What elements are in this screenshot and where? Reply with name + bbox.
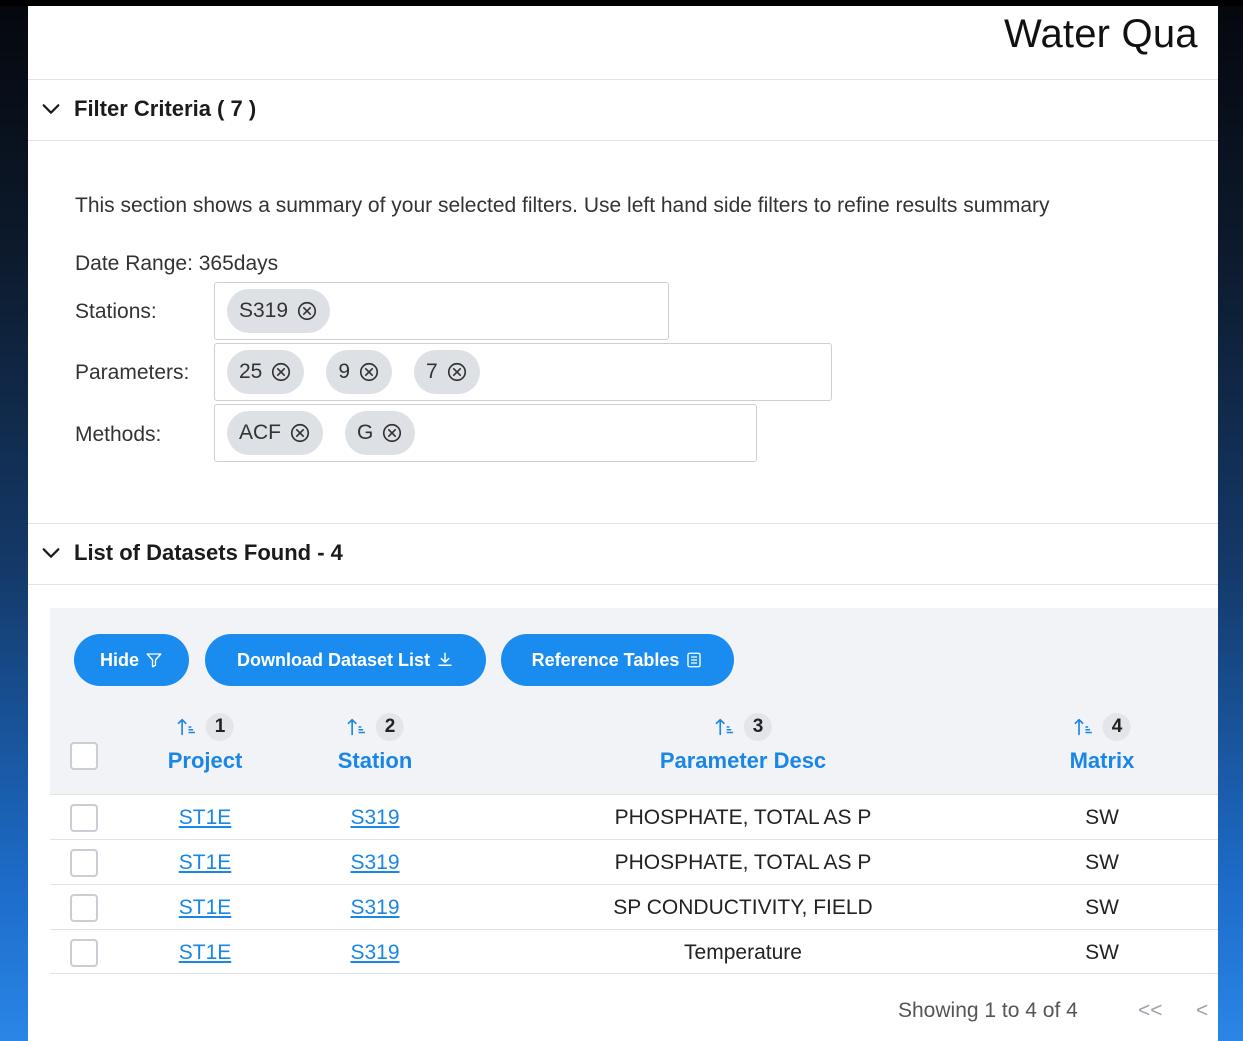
main-panel: Water Qua Filter Criteria ( 7 ) This sec… xyxy=(28,6,1218,1041)
hide-filters-button[interactable]: Hide xyxy=(74,634,189,686)
sort-ascending-icon[interactable] xyxy=(714,716,736,738)
pagination-status: Showing 1 to 4 of 4 xyxy=(898,999,1078,1022)
matrix: SW xyxy=(1085,895,1119,919)
divider xyxy=(28,523,1218,524)
row-checkbox[interactable] xyxy=(70,939,98,967)
table-row: ST1E S319 PHOSPHATE, TOTAL AS P SW xyxy=(50,794,1218,839)
sort-ascending-icon[interactable] xyxy=(1073,716,1095,738)
row-checkbox[interactable] xyxy=(70,849,98,877)
station-chip[interactable]: S319 xyxy=(227,289,331,333)
stations-label: Stations: xyxy=(75,300,157,323)
sort-order-badge: 3 xyxy=(744,713,772,741)
remove-icon[interactable] xyxy=(296,300,318,322)
divider xyxy=(28,584,1218,585)
methods-label: Methods: xyxy=(75,423,162,446)
select-all-checkbox[interactable] xyxy=(70,742,98,770)
sort-order-badge: 4 xyxy=(1102,713,1131,741)
table-header-row: 1 Project 2 Station 3 Parameter Desc 4 M… xyxy=(50,710,1218,790)
column-label[interactable]: Parameter Desc xyxy=(660,748,826,774)
reference-tables-button[interactable]: Reference Tables xyxy=(501,634,734,686)
station-link[interactable]: S319 xyxy=(350,885,399,930)
column-header-project[interactable]: 1 Project xyxy=(168,710,243,774)
filter-criteria-title: Filter Criteria ( 7 ) xyxy=(74,96,257,121)
download-icon xyxy=(438,652,452,666)
method-chip[interactable]: G xyxy=(345,411,416,455)
chevron-down-icon xyxy=(42,104,60,114)
matrix: SW xyxy=(1085,805,1119,829)
project-link[interactable]: ST1E xyxy=(179,930,232,975)
filter-summary-text: This section shows a summary of your sel… xyxy=(75,194,1050,217)
column-header-parameter-desc[interactable]: 3 Parameter Desc xyxy=(660,710,826,774)
chip-label: 7 xyxy=(426,360,438,383)
parameter-chip[interactable]: 25 xyxy=(227,350,305,394)
divider xyxy=(28,140,1218,141)
project-link[interactable]: ST1E xyxy=(179,840,232,885)
parameters-chip-box[interactable]: 25 9 7 xyxy=(214,343,832,401)
project-link[interactable]: ST1E xyxy=(179,885,232,930)
previous-page-button[interactable]: < xyxy=(1196,999,1208,1023)
parameter-desc: PHOSPHATE, TOTAL AS P xyxy=(614,850,872,874)
parameters-label: Parameters: xyxy=(75,361,190,384)
first-page-button[interactable]: << xyxy=(1138,999,1163,1023)
chip-label: S319 xyxy=(239,299,289,322)
stations-chip-box[interactable]: S319 xyxy=(214,282,669,340)
datasets-title: List of Datasets Found - 4 xyxy=(74,540,343,565)
document-icon xyxy=(687,652,702,668)
remove-icon[interactable] xyxy=(289,422,311,444)
date-range: Date Range: 365days xyxy=(75,252,279,275)
station-link[interactable]: S319 xyxy=(350,930,399,975)
remove-icon[interactable] xyxy=(446,361,468,383)
remove-icon[interactable] xyxy=(270,361,292,383)
method-chip[interactable]: ACF xyxy=(227,411,323,455)
column-label[interactable]: Matrix xyxy=(1070,748,1135,774)
filter-icon xyxy=(146,653,162,668)
project-link[interactable]: ST1E xyxy=(179,795,232,840)
row-checkbox[interactable] xyxy=(70,894,98,922)
row-checkbox[interactable] xyxy=(70,804,98,832)
methods-chip-box[interactable]: ACF G xyxy=(214,404,757,462)
download-dataset-list-button[interactable]: Download Dataset List xyxy=(205,634,486,686)
parameter-desc: Temperature xyxy=(684,940,802,964)
table-row: ST1E S319 PHOSPHATE, TOTAL AS P SW xyxy=(50,839,1218,884)
chevron-down-icon xyxy=(42,548,60,558)
sort-ascending-icon[interactable] xyxy=(346,716,368,738)
chip-label: 25 xyxy=(239,360,263,383)
sort-order-badge: 2 xyxy=(376,713,404,741)
station-link[interactable]: S319 xyxy=(350,795,399,840)
page-title: Water Qua xyxy=(1004,12,1198,56)
chip-label: ACF xyxy=(239,421,281,444)
matrix: SW xyxy=(1085,850,1119,874)
button-label: Download Dataset List xyxy=(236,649,431,670)
column-label[interactable]: Project xyxy=(168,748,243,774)
datasets-toggle[interactable]: List of Datasets Found - 4 xyxy=(40,540,343,566)
parameter-desc: SP CONDUCTIVITY, FIELD xyxy=(613,895,873,919)
remove-icon[interactable] xyxy=(381,422,403,444)
parameter-chip[interactable]: 9 xyxy=(326,350,393,394)
parameter-chip[interactable]: 7 xyxy=(414,350,480,394)
sort-order-badge: 1 xyxy=(206,713,234,741)
chip-label: 9 xyxy=(338,360,351,383)
divider xyxy=(50,973,1218,974)
button-label: Reference Tables xyxy=(531,649,680,670)
sort-ascending-icon[interactable] xyxy=(176,716,198,738)
chip-label: G xyxy=(357,421,374,444)
datasets-table: Hide Download Dataset List Reference Tab… xyxy=(50,608,1218,974)
column-label[interactable]: Station xyxy=(338,748,413,774)
matrix: SW xyxy=(1085,940,1119,964)
station-link[interactable]: S319 xyxy=(350,840,399,885)
filter-criteria-toggle[interactable]: Filter Criteria ( 7 ) xyxy=(40,96,256,122)
button-label: Hide xyxy=(99,649,139,670)
table-row: ST1E S319 SP CONDUCTIVITY, FIELD SW xyxy=(50,884,1218,929)
column-header-matrix[interactable]: 4 Matrix xyxy=(1070,710,1135,774)
table-row: ST1E S319 Temperature SW xyxy=(50,929,1218,974)
divider xyxy=(28,79,1218,80)
remove-icon[interactable] xyxy=(358,361,380,383)
column-header-station[interactable]: 2 Station xyxy=(338,710,413,774)
parameter-desc: PHOSPHATE, TOTAL AS P xyxy=(614,805,872,829)
